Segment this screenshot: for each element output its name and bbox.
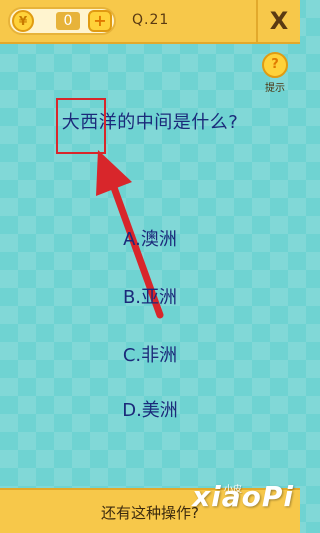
coin-icon: ¥	[12, 10, 34, 32]
hint-label: 提示	[265, 83, 285, 94]
top-bar: ¥ 0 + Q.21 X	[0, 0, 300, 44]
highlight-box	[56, 98, 106, 154]
arrow-annotation	[96, 150, 164, 319]
option-d[interactable]: D.美洲	[80, 396, 220, 426]
question-text: 大西洋的中间是什么?	[61, 112, 239, 133]
coin-counter: ¥ 0 +	[8, 7, 116, 35]
add-coins-button[interactable]: +	[88, 10, 112, 32]
level-label: Q.21	[132, 12, 170, 28]
option-a[interactable]: A.澳洲	[80, 225, 220, 255]
option-b[interactable]: B.亚洲	[80, 283, 220, 313]
arrow-head	[96, 150, 132, 196]
watermark-logo: xiaoPi	[192, 480, 294, 513]
hint-button[interactable]: ? 提示	[258, 52, 292, 94]
option-c[interactable]: C.非洲	[80, 341, 220, 371]
coin-count: 0	[56, 12, 80, 30]
close-button[interactable]: X	[256, 0, 300, 42]
hint-icon: ?	[262, 52, 288, 78]
